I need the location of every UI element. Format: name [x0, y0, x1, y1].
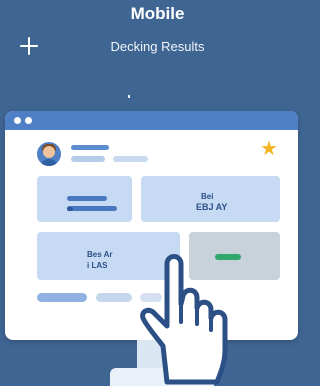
window-titlebar [5, 111, 298, 130]
star-icon[interactable]: ★ [260, 139, 278, 159]
card-bar-blue [67, 196, 107, 201]
card-top-right[interactable]: Bei EBJ AY [141, 176, 280, 222]
card-top-left[interactable] [37, 176, 132, 222]
pill-button-1[interactable] [37, 293, 87, 302]
info-placeholder-bar [71, 156, 105, 162]
card-text-line1: Bes Ar [87, 250, 113, 259]
avatar[interactable] [37, 142, 61, 166]
card-dot [67, 207, 73, 211]
window-dot-1[interactable] [14, 117, 21, 124]
window-dot-2[interactable] [25, 117, 32, 124]
page-subtitle: Decking Results [110, 39, 205, 54]
card-text-line2: EBJ AY [196, 202, 228, 212]
info-placeholder-bar-2 [113, 156, 148, 162]
hand-pointer-icon [140, 254, 228, 385]
name-placeholder-bar [71, 145, 109, 150]
card-text-line1: Bei [201, 192, 214, 201]
card-text-line2: i LAS [87, 261, 108, 270]
card-bar-light [67, 206, 117, 211]
speck [128, 95, 130, 98]
page-title: Mobile [130, 4, 185, 23]
pill-button-2[interactable] [96, 293, 132, 302]
avatar-shirt [40, 159, 58, 166]
avatar-face [43, 146, 55, 158]
